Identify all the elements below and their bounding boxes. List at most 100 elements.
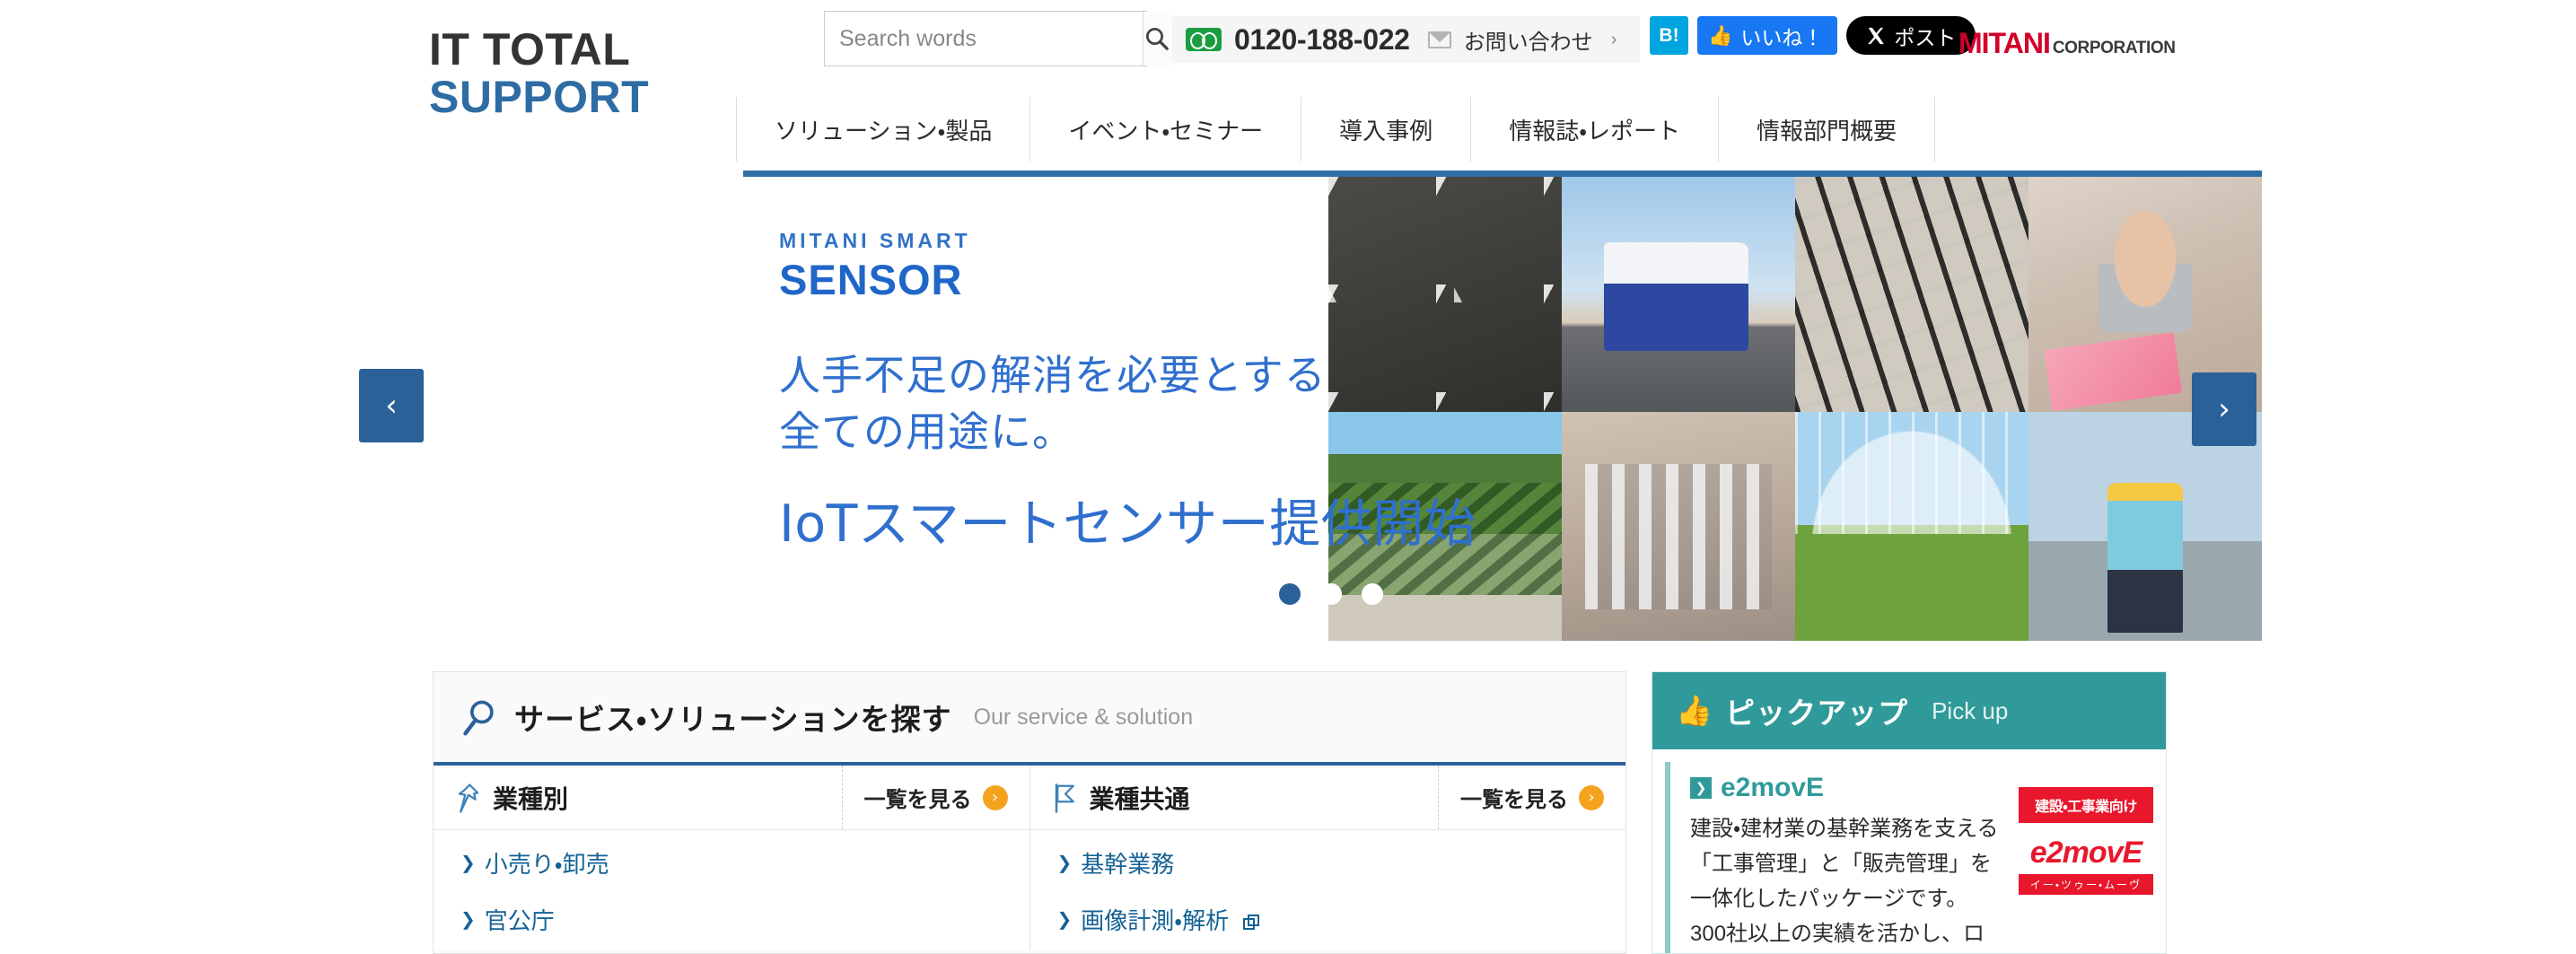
- service-column-common: 業種共通 一覧を見る › ❯ 基幹業務 ❯ 画像計測・解析: [1029, 766, 1626, 950]
- external-link-icon: [1243, 911, 1261, 930]
- hero-carousel: MITANI SMART SENSOR 人手不足の解消を必要とする 全ての用途に…: [743, 171, 2262, 641]
- magnifier-icon: [460, 697, 500, 737]
- chevron-right-icon: ›: [982, 784, 1008, 810]
- pickup-item: ❯ e2movE 建設・建材業の基幹業務を支える「工事管理」と「販売管理」を一体…: [1690, 773, 2002, 953]
- contact-bar[interactable]: 0120-188-022 お問い合わせ ›: [1171, 16, 1641, 63]
- pickup-item-link[interactable]: ❯ e2movE: [1690, 773, 2002, 803]
- nav-item-solutions[interactable]: ソリューション・製品: [736, 97, 1030, 162]
- site-header: IT TOTAL SUPPORT 0120-188-022 お問い合わせ › B…: [0, 0, 2576, 172]
- hero-tile-schoolchild-photo: [2028, 412, 2262, 641]
- hero-brand-large: SENSOR: [779, 256, 963, 303]
- hero-copy-line1: 人手不足の解消を必要とする: [779, 351, 1327, 399]
- service-link-label: 画像計測・解析: [1081, 907, 1230, 934]
- hero-tile-warehouse-racks-photo: [1795, 177, 2028, 412]
- carousel-next-button[interactable]: ›: [2192, 372, 2256, 446]
- service-columns: 業種別 一覧を見る › ❯ 小売り・卸売 ❯ 官公庁 業種共通 一覧を見る › …: [434, 766, 1625, 950]
- hero-brand-small: MITANI SMART: [779, 229, 971, 252]
- carousel-dot-3[interactable]: [1362, 583, 1383, 605]
- view-all-button-common[interactable]: 一覧を見る ›: [1438, 766, 1625, 829]
- hero-brand: MITANI SMART SENSOR: [779, 229, 971, 304]
- pickup-panel-header: 👍 ピックアップ Pick up: [1652, 672, 2166, 749]
- service-link-image-analysis[interactable]: ❯ 画像計測・解析: [1057, 903, 1626, 936]
- homepage: IT TOTAL SUPPORT 0120-188-022 お問い合わせ › B…: [0, 0, 2576, 954]
- hero-text-panel: MITANI SMART SENSOR 人手不足の解消を必要とする 全ての用途に…: [743, 177, 1476, 641]
- carousel-dot-1[interactable]: [1279, 583, 1301, 605]
- pickup-badge-target-industry: 建設・工事業向け: [2019, 787, 2153, 823]
- service-solution-panel: サービス・ソリューションを探す Our service & solution 業…: [433, 671, 1626, 954]
- mitani-corporate-logo[interactable]: MITANI CORPORATION: [1958, 27, 2176, 60]
- x-post-button[interactable]: ポスト: [1846, 16, 1976, 55]
- pickup-badge-product-logo: e2movE イー・ツゥー・ムーヴ: [2019, 836, 2153, 895]
- service-column-title: 業種共通: [1089, 784, 1190, 813]
- site-logo-line1: IT TOTAL: [429, 24, 631, 74]
- search-box[interactable]: [824, 11, 1170, 66]
- hero-copy-line2: 全ての用途に。: [779, 407, 1074, 457]
- mail-icon: [1427, 31, 1451, 48]
- pickup-panel: 👍 ピックアップ Pick up ❯ e2movE 建設・建材業の基幹業務を支え…: [1652, 671, 2167, 954]
- service-panel-title: サービス・ソリューションを探す: [514, 703, 952, 736]
- hatena-bookmark-button[interactable]: B!: [1650, 16, 1688, 55]
- service-panel-header: サービス・ソリューションを探す Our service & solution: [434, 672, 1625, 766]
- service-column-header: 業種共通 一覧を見る ›: [1030, 766, 1625, 830]
- hero-tile-plant-facility-photo: [1562, 412, 1795, 641]
- pickup-product-badges: 建設・工事業向け e2movE イー・ツゥー・ムーヴ: [2019, 773, 2153, 953]
- service-column-by-industry: 業種別 一覧を見る › ❯ 小売り・卸売 ❯ 官公庁: [434, 766, 1030, 950]
- nav-item-department-overview[interactable]: 情報部門概要: [1718, 97, 1936, 162]
- service-panel-subtitle: Our service & solution: [973, 704, 1194, 730]
- pin-icon: [455, 783, 482, 813]
- service-link-government[interactable]: ❯ 官公庁: [460, 903, 1030, 936]
- flag-icon: [1052, 783, 1079, 813]
- service-column-header: 業種別 一覧を見る ›: [434, 766, 1030, 830]
- pickup-panel-body: ❯ e2movE 建設・建材業の基幹業務を支える「工事管理」と「販売管理」を一体…: [1665, 762, 2153, 953]
- site-logo-line2: SUPPORT: [429, 72, 650, 122]
- hero-headline: IoTスマートセンサー提供開始: [779, 494, 1476, 554]
- view-all-label: 一覧を見る: [1460, 788, 1568, 812]
- service-link-label: 基幹業務: [1081, 851, 1175, 878]
- mitani-logo-name: MITANI: [1958, 27, 2051, 59]
- service-link-list: ❯ 小売り・卸売 ❯ 官公庁: [434, 830, 1030, 936]
- nav-item-case-studies[interactable]: 導入事例: [1301, 97, 1470, 162]
- chevron-right-icon: ❯: [1690, 777, 1712, 799]
- service-link-label: 小売り・卸売: [484, 851, 609, 878]
- contact-link-label[interactable]: お問い合わせ: [1464, 24, 1593, 56]
- main-navigation: ソリューション・製品 イベント・セミナー 導入事例 情報誌・レポート 情報部門概…: [736, 97, 1936, 162]
- hero-copy: 人手不足の解消を必要とする 全ての用途に。 IoTスマートセンサー提供開始: [779, 347, 1476, 556]
- chevron-right-icon: ❯: [460, 910, 476, 930]
- mitani-logo-suffix: CORPORATION: [2052, 39, 2176, 57]
- chevron-right-icon: ❯: [1056, 910, 1073, 930]
- hero-tile-greenhouse-photo: [1795, 412, 2028, 641]
- facebook-like-button[interactable]: 👍 いいね！: [1697, 16, 1838, 55]
- carousel-dot-2[interactable]: [1320, 583, 1342, 605]
- pickup-panel-subtitle: Pick up: [1932, 696, 2009, 724]
- site-logo[interactable]: IT TOTAL SUPPORT: [429, 27, 649, 120]
- social-buttons: B! 👍 いいね！ ポスト: [1650, 16, 1976, 55]
- facebook-like-label: いいね！: [1740, 25, 1824, 49]
- search-button[interactable]: [1143, 12, 1170, 66]
- service-link-core-business[interactable]: ❯ 基幹業務: [1057, 846, 1626, 880]
- freedial-icon: [1186, 28, 1222, 51]
- chevron-right-icon: ›: [1610, 29, 1617, 49]
- nav-item-events[interactable]: イベント・セミナー: [1030, 97, 1301, 162]
- hero-tile-truck-photo: [1562, 177, 1795, 412]
- pickup-item-title: e2movE: [1721, 773, 1825, 802]
- service-column-title: 業種別: [493, 784, 569, 813]
- chevron-right-icon: ›: [1579, 784, 1604, 810]
- pickup-item-description: 建設・建材業の基幹業務を支える「工事管理」と「販売管理」を一体化したパッケージで…: [1690, 817, 1999, 946]
- x-logo-icon: [1868, 27, 1885, 44]
- view-all-label: 一覧を見る: [863, 788, 972, 812]
- pickup-badge-logo-text: e2movE: [2029, 836, 2142, 870]
- thumbs-up-icon: 👍: [1676, 693, 1713, 727]
- phone-number: 0120-188-022: [1234, 22, 1410, 56]
- search-icon: [1146, 28, 1169, 50]
- pickup-badge-logo-reading: イー・ツゥー・ムーヴ: [2019, 874, 2153, 895]
- thumbs-up-icon: 👍: [1708, 23, 1733, 47]
- nav-item-reports[interactable]: 情報誌・レポート: [1470, 97, 1718, 162]
- carousel-prev-button[interactable]: ‹: [359, 369, 424, 442]
- carousel-dots: [1279, 583, 1383, 605]
- service-link-label: 官公庁: [484, 907, 555, 934]
- view-all-button-industry[interactable]: 一覧を見る ›: [841, 766, 1030, 829]
- service-link-list: ❯ 基幹業務 ❯ 画像計測・解析: [1030, 830, 1626, 936]
- search-input[interactable]: [825, 12, 1143, 66]
- service-link-retail[interactable]: ❯ 小売り・卸売: [460, 846, 1030, 880]
- chevron-right-icon: ❯: [460, 853, 476, 873]
